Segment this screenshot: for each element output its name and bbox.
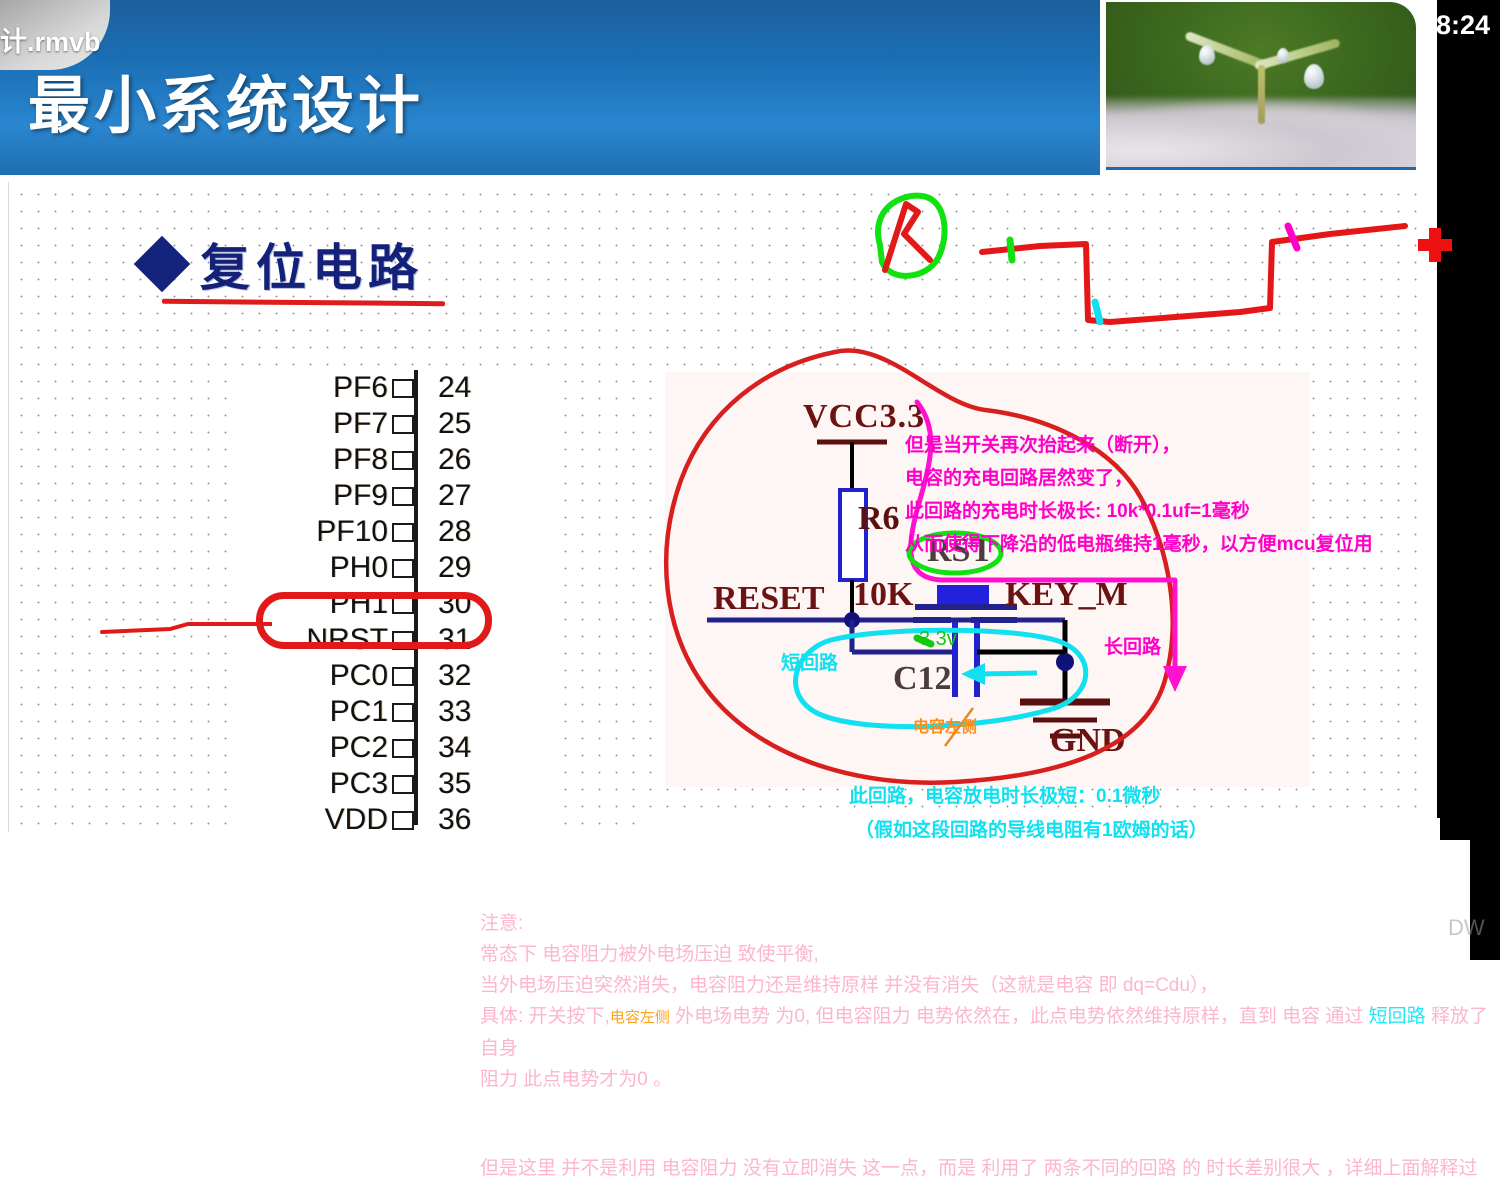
section-heading-label: 复位电路 (200, 240, 424, 296)
pin-number: 31 (438, 623, 472, 656)
long-loop-label: 长回路 (1104, 637, 1162, 658)
notes-line-2: 当外电场压迫突然消失，电容阻力还是维持原样 并没有消失（这就是电容 即 dq=C… (480, 975, 1219, 996)
photo-waterdrop (1304, 64, 1325, 90)
red-cross-cursor-icon (1418, 228, 1452, 262)
notes-highlight-cap-left: 电容左侧 (609, 1009, 670, 1026)
pin-number: 26 (438, 443, 472, 476)
pin-number: 33 (438, 695, 472, 728)
pin-name: PC2 (329, 731, 388, 764)
circuit-label-reset: RESET (713, 580, 825, 617)
pin-name: PH0 (329, 551, 388, 584)
pin-row: PF7 25 (238, 406, 558, 442)
pin-name: PF9 (332, 479, 388, 512)
notes-line-4: 阻力 此点电势才为0 。 (480, 1069, 673, 1090)
pin-row: PC2 34 (238, 730, 558, 766)
pin-name: PF8 (332, 443, 388, 476)
capacitor-left-label: 电容左侧 (913, 719, 978, 736)
slide-header-band: 最小系统设计 (0, 0, 1100, 175)
photo-stem (1257, 64, 1265, 125)
pin-name: PH1 (329, 587, 388, 620)
pin-number: 30 (438, 587, 472, 620)
pin-name: PC3 (329, 767, 388, 800)
notes-line-3: 具体: 开关按下,电容左侧 外电场电势 为0, 但电容阻力 电势依然在，此点电势… (480, 1001, 1500, 1064)
pin-row: PC1 33 (238, 694, 558, 730)
pin-row: PF8 26 (238, 442, 558, 478)
pin-row: PF6 24 (238, 370, 558, 406)
pin-number: 29 (438, 551, 472, 584)
pin-row-nrst: NRST 31 (238, 622, 558, 658)
short-loop-label: 短回路 (781, 653, 839, 674)
pin-name: PC0 (329, 659, 388, 692)
circuit-label-r6-value: 10K (853, 576, 914, 613)
pin-square-icon (392, 774, 414, 794)
pin-square-icon (392, 414, 414, 434)
pin-number: 32 (438, 659, 472, 692)
nrst-pointer-annotation (100, 622, 272, 634)
magenta-note-line-1: 但是当开关再次抬起来（断开）， (905, 435, 1181, 456)
magenta-note-line-4: 从而使得下降沿的低电瓶维持1毫秒，以方便mcu复位用 (905, 534, 1373, 555)
pin-square-icon (392, 450, 414, 470)
pin-diagram: PF6 24 PF7 25 PF8 26 PF9 27 PF10 28 PH0 … (238, 370, 558, 836)
pin-number: 27 (438, 479, 472, 512)
pin-square-icon (392, 702, 414, 722)
pin-row: PC3 35 (238, 766, 558, 802)
notes-block: 注意: 常态下 电容阻力被外电场压迫 致使平衡, 当外电场压迫突然消失，电容阻力… (480, 908, 1500, 1182)
diamond-bullet-icon (133, 235, 191, 293)
pin-square-icon (392, 810, 414, 830)
pin-name: PF6 (332, 371, 388, 404)
pin-square-icon (392, 558, 414, 578)
pin-square-icon (392, 666, 414, 686)
clock-display: 18:24 (1420, 10, 1490, 40)
pin-row: VDD 36 (238, 802, 558, 838)
pin-number: 24 (438, 371, 472, 404)
pin-square-icon (392, 630, 414, 650)
pin-name: VDD (324, 803, 388, 836)
pin-row: PC0 32 (238, 658, 558, 694)
header-photo (1106, 2, 1416, 170)
magenta-note-line-3: 此回路的充电时长极长: 10k*0.1uf=1毫秒 (905, 501, 1250, 522)
pin-number: 25 (438, 407, 472, 440)
voltage-label: 3.3v (919, 628, 957, 650)
video-player-screen: DW 最小系统设计 计.rmvb 18:24 复位电路 PF6 24 PF7 2… (0, 0, 1500, 1182)
pin-name: PC1 (329, 695, 388, 728)
slide-title: 最小系统设计 (28, 72, 425, 141)
pin-square-icon (392, 738, 414, 758)
circuit-label-c12: C12 (893, 660, 952, 697)
circuit-label-gnd: GND (1050, 722, 1126, 759)
photo-waterdrop (1199, 44, 1215, 65)
media-file-name: 计.rmvb (0, 27, 101, 57)
photo-leaf-right (1253, 38, 1341, 72)
pin-row: PF9 27 (238, 478, 558, 514)
pin-number: 34 (438, 731, 472, 764)
pin-name: PF7 (332, 407, 388, 440)
pin-square-icon (392, 378, 414, 398)
pin-number: 35 (438, 767, 472, 800)
pin-square-icon (392, 594, 414, 614)
pin-package-body-line (414, 370, 418, 825)
circuit-label-r6: R6 (858, 500, 900, 537)
pin-square-icon (392, 486, 414, 506)
notes-title: 注意: (480, 913, 524, 934)
pin-row: PF10 28 (238, 514, 558, 550)
notes-line-3-part-b: 外电场电势 为0, 但电容阻力 电势依然在，此点电势依然维持原样，直到 电容 通… (669, 1006, 1364, 1027)
pin-name: PF10 (316, 515, 388, 548)
pin-row: PH1 30 (238, 586, 558, 622)
pin-square-icon (392, 522, 414, 542)
section-heading: 复位电路 (133, 228, 424, 300)
letterbox-right (1437, 0, 1500, 840)
notes-last-line: 但是这里 并不是利用 电容阻力 没有立即消失 这一点，而是 利用了 两条不同的回… (480, 1158, 1478, 1179)
notes-highlight-short-loop: 短回路 (1368, 1006, 1426, 1027)
circuit-label-key: KEY_M (1005, 576, 1128, 613)
pin-number: 28 (438, 515, 472, 548)
pin-number: 36 (438, 803, 472, 836)
notes-line-1: 常态下 电容阻力被外电场压迫 致使平衡, (480, 944, 819, 965)
pin-row: PH0 29 (238, 550, 558, 586)
photo-waterdrop (1276, 48, 1289, 64)
magenta-note-line-2: 电容的充电回路居然变了， (905, 468, 1134, 489)
notes-line-3-part-a: 具体: 开关按下, (480, 1006, 610, 1027)
cyan-note-line-1: 此回路，电容放电时长极短：0.1微秒 (849, 786, 1161, 807)
cyan-note-line-2: （假如这段回路的导线电阻有1欧姆的话） (855, 820, 1208, 841)
